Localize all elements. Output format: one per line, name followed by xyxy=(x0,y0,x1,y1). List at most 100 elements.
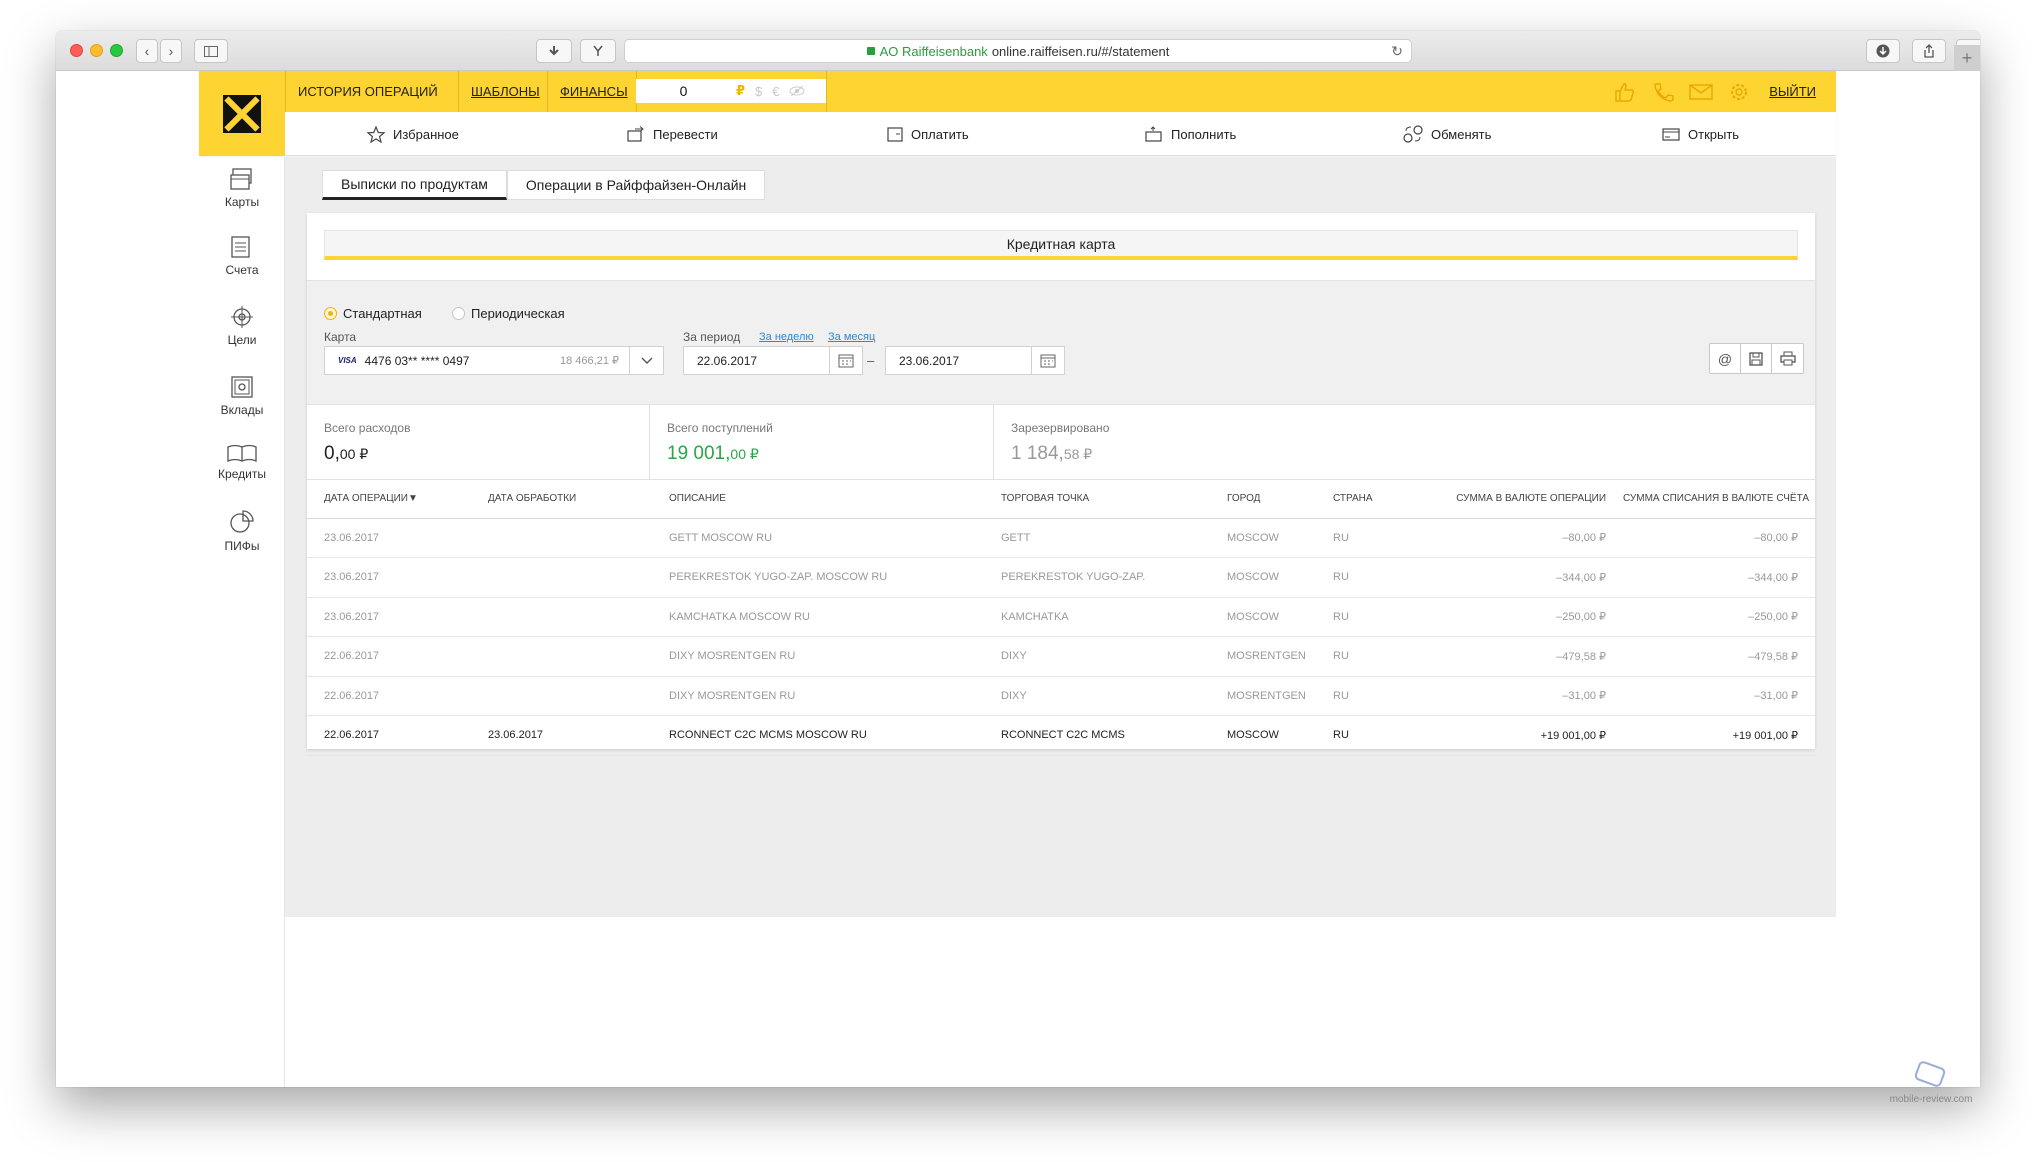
col-operation-date[interactable]: Дата операции▼ xyxy=(307,480,471,519)
row-amount-account: –250,00 ₽ xyxy=(1623,597,1815,637)
row-merchant: DIXY xyxy=(984,636,1210,677)
col-merchant[interactable]: Торговая точка xyxy=(984,480,1210,519)
share-button[interactable] xyxy=(1912,39,1946,63)
radio-standard[interactable]: Стандартная xyxy=(324,306,422,321)
row-amount-account: –80,00 ₽ xyxy=(1623,518,1815,558)
downloads-button[interactable] xyxy=(1866,39,1900,63)
logout-link[interactable]: ВЫЙТИ xyxy=(1769,84,1816,99)
site-header: ИСТОРИЯ ОПЕРАЦИЙ ШАБЛОНЫ ФИНАНСЫ 0 ₽ $ € xyxy=(199,71,1836,112)
date-to-value: 23.06.2017 xyxy=(899,353,960,368)
eye-hidden-icon[interactable] xyxy=(789,85,805,97)
sidebar-item-deposits[interactable]: Вклады xyxy=(199,375,285,417)
row-country: RU xyxy=(1316,518,1416,558)
row-amount-operation: –250,00 ₽ xyxy=(1416,597,1623,637)
calendar-icon xyxy=(1040,354,1056,368)
minimize-window-button[interactable] xyxy=(90,44,103,57)
row-city: MOSCOW xyxy=(1210,518,1316,558)
period-label: За период xyxy=(683,330,741,344)
mail-icon[interactable] xyxy=(1689,81,1713,103)
card-balance: 18 466,21 ₽ xyxy=(560,355,619,367)
product-title[interactable]: Кредитная карта xyxy=(324,230,1798,260)
currency-eur[interactable]: € xyxy=(772,84,779,99)
raiffeisen-logo[interactable] xyxy=(199,71,285,156)
table-row[interactable]: 22.06.2017 DIXY MOSRENTGEN RU DIXY MOSRENTG… xyxy=(307,676,1815,716)
download-circle-icon xyxy=(1876,44,1890,58)
table-row[interactable]: 22.06.2017 DIXY MOSRENTGEN RU DIXY MOSRENTG… xyxy=(307,636,1815,677)
col-city[interactable]: Город xyxy=(1210,480,1316,519)
tab-templates[interactable]: ШАБЛОНЫ xyxy=(458,71,552,112)
header-divider-2 xyxy=(826,71,827,112)
tab-product-statements[interactable]: Выписки по продуктам xyxy=(322,170,507,200)
balance-widget[interactable]: 0 ₽ $ € xyxy=(636,79,826,103)
sidebar-item-goals[interactable]: Цели xyxy=(199,305,285,347)
link-last-week[interactable]: За неделю xyxy=(759,331,814,343)
forward-button[interactable]: › xyxy=(160,39,182,63)
row-country: RU xyxy=(1316,715,1416,756)
card-selector[interactable]: VISA 4476 03** **** 0497 18 466,21 ₽ xyxy=(324,346,664,375)
close-window-button[interactable] xyxy=(70,44,83,57)
sidebar-item-funds[interactable]: ПИФы xyxy=(199,509,285,553)
share-icon xyxy=(1924,44,1934,58)
calendar-from-button[interactable] xyxy=(829,347,862,374)
at-sign-icon: @ xyxy=(1717,350,1733,367)
thumbs-up-icon[interactable] xyxy=(1613,81,1637,103)
nav-open[interactable]: Открыть xyxy=(1662,112,1739,156)
email-statement-button[interactable]: @ xyxy=(1710,344,1741,373)
link-last-month[interactable]: За месяц xyxy=(828,331,875,343)
visa-logo-icon: VISA xyxy=(338,356,357,365)
tab-operations-history[interactable]: ИСТОРИЯ ОПЕРАЦИЙ xyxy=(285,71,450,112)
pie-chart-icon xyxy=(230,510,254,533)
phone-icon[interactable] xyxy=(1651,81,1675,103)
radio-periodic[interactable]: Периодическая xyxy=(452,306,565,321)
row-country: RU xyxy=(1316,636,1416,677)
card-dropdown-button[interactable] xyxy=(629,347,663,374)
download-extension-button[interactable] xyxy=(536,39,572,63)
date-from-field[interactable]: 22.06.2017 xyxy=(683,346,863,375)
nav-transfer-label: Перевести xyxy=(653,126,718,142)
chevron-left-icon: ‹ xyxy=(144,43,150,59)
date-to-field[interactable]: 23.06.2017 xyxy=(885,346,1065,375)
table-row[interactable]: 23.06.2017 PEREKRESTOK YUGO-ZAP. MOSCOW R… xyxy=(307,557,1815,598)
sidebar-toggle-button[interactable] xyxy=(194,39,228,63)
print-statement-button[interactable] xyxy=(1772,344,1803,373)
col-amount-operation-currency[interactable]: Сумма в валюте операции xyxy=(1416,480,1623,519)
table-header-row: Дата операции▼ Дата обработки Описание Т… xyxy=(307,480,1815,519)
table-row[interactable]: 23.06.2017 KAMCHATKA MOSCOW RU KAMCHATKA MO… xyxy=(307,597,1815,637)
back-button[interactable]: ‹ xyxy=(136,39,158,63)
table-row[interactable]: 23.06.2017 GETT MOSCOW RU GETT MOSCOW RU –80,… xyxy=(307,518,1815,558)
gear-icon[interactable] xyxy=(1727,81,1751,103)
new-tab-button[interactable]: + xyxy=(1954,45,1980,71)
nav-top-up[interactable]: Пополнить xyxy=(1145,112,1236,156)
open-card-icon xyxy=(1662,128,1680,141)
summary-reserved: Зарезервировано 1 184,58 ₽ xyxy=(993,405,1815,479)
currency-usd[interactable]: $ xyxy=(755,84,762,99)
col-amount-account-currency[interactable]: Сумма списания в валюте счёта xyxy=(1623,480,1815,519)
expenses-value: 0,00 ₽ xyxy=(324,443,369,464)
nav-favorites[interactable]: Избранное xyxy=(367,112,459,156)
col-processing-date[interactable]: Дата обработки xyxy=(471,480,652,519)
sidebar-item-accounts[interactable]: Счета xyxy=(199,235,285,277)
reserved-value: 1 184,58 ₽ xyxy=(1011,443,1093,464)
col-description[interactable]: Описание xyxy=(652,480,984,519)
nav-pay[interactable]: Оплатить xyxy=(887,112,969,156)
address-bar[interactable]: AO Raiffeisenbank online.raiffeisen.ru /… xyxy=(624,39,1412,63)
left-sidebar: Карты Счета Цели Вклады Кредиты ПИФы xyxy=(199,157,285,1087)
currency-rub[interactable]: ₽ xyxy=(736,83,745,99)
save-statement-button[interactable] xyxy=(1741,344,1772,373)
nav-transfer[interactable]: Перевести xyxy=(627,112,718,156)
extension-button[interactable] xyxy=(580,39,616,63)
nav-exchange[interactable]: Обменять xyxy=(1403,112,1491,156)
url-path: /#/statement xyxy=(1097,43,1170,59)
table-row[interactable]: 22.06.2017 23.06.2017 RCONNECT C2C MCMS MO… xyxy=(307,715,1815,756)
sidebar-item-cards[interactable]: Карты xyxy=(199,167,285,209)
sidebar-item-credits[interactable]: Кредиты xyxy=(199,443,285,481)
col-country[interactable]: Страна xyxy=(1316,480,1416,519)
calendar-to-button[interactable] xyxy=(1031,347,1064,374)
row-description: GETT MOSCOW RU xyxy=(652,518,984,558)
tab-finances[interactable]: ФИНАНСЫ xyxy=(547,71,640,112)
credits-book-icon xyxy=(227,444,257,462)
zoom-window-button[interactable] xyxy=(110,44,123,57)
tab-online-operations[interactable]: Операции в Райффайзен-Онлайн xyxy=(506,170,766,200)
reload-icon[interactable]: ↻ xyxy=(1391,43,1403,60)
row-operation-date: 23.06.2017 xyxy=(307,518,471,558)
